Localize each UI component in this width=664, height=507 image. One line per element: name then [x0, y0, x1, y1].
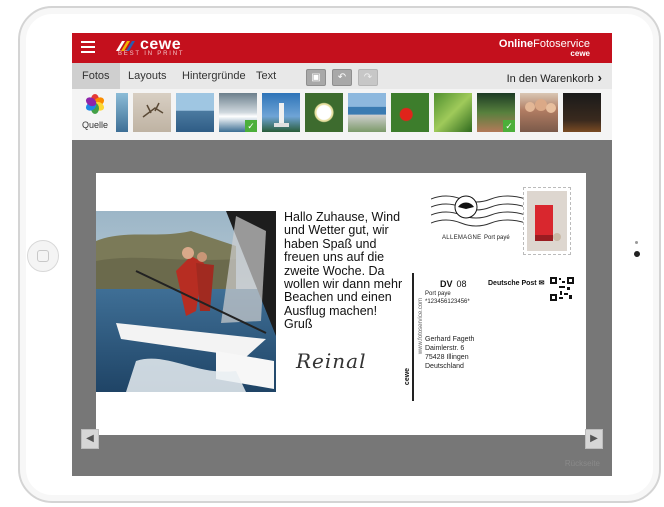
chevron-right-icon: ›: [597, 70, 602, 85]
address-divider: [412, 273, 414, 401]
crop-icon[interactable]: ▣: [306, 69, 326, 86]
statue-icon: [274, 103, 289, 127]
thumbnail-night[interactable]: [563, 93, 601, 132]
previous-page-button[interactable]: ◀: [81, 429, 99, 449]
sailing-photo[interactable]: [96, 211, 276, 392]
address-line: Daimlerstr. 6: [425, 345, 465, 352]
add-to-cart-button[interactable]: In den Warenkorb ›: [507, 70, 602, 85]
thumbnail-green-plant[interactable]: [434, 93, 472, 132]
cewe-logo-mark-icon: [116, 41, 135, 51]
source-button[interactable]: Quelle: [80, 94, 110, 136]
source-label: Quelle: [81, 120, 108, 130]
qr-code-icon: [550, 277, 574, 301]
tab-layouts[interactable]: Layouts: [128, 70, 167, 82]
deutsche-post-text: Deutsche Post: [488, 280, 537, 287]
redo-icon[interactable]: ↷: [358, 69, 378, 86]
side-print-brand: cewe: [404, 367, 412, 386]
brand-tagline: BEST IN PRINT: [118, 51, 185, 57]
used-check-icon: ✓: [503, 120, 515, 132]
used-check-icon: ✓: [245, 120, 257, 132]
postcard-message[interactable]: Hallo Zuhause, Wind und Wetter gut, wir …: [284, 210, 404, 332]
thumbnail-catamaran[interactable]: ✓: [219, 93, 257, 132]
people-icon: [525, 99, 556, 113]
side-print-url: www.fotoservice.com: [418, 297, 425, 355]
tab-hintergruende[interactable]: Hintergründe: [182, 70, 246, 82]
stamp-paid: Port payé: [484, 235, 510, 241]
back-side-label[interactable]: Rückseite: [565, 459, 600, 468]
cart-label: In den Warenkorb: [506, 73, 594, 85]
next-page-button[interactable]: ▶: [585, 429, 603, 449]
chevron-left-icon: ◀: [86, 433, 94, 444]
insect-icon: [142, 102, 164, 118]
online-bold: Online: [498, 38, 534, 50]
tab-text[interactable]: Text: [256, 70, 276, 82]
thumbnail-family[interactable]: [520, 93, 558, 132]
thumbnail-white-flower[interactable]: [305, 93, 343, 132]
thumbnail-insect[interactable]: [133, 93, 171, 132]
tab-bar: Fotos Layouts Hintergründe Text ▣ ↶ ↷ In…: [72, 63, 612, 90]
online-fotoservice-label: OnlineFotoservice cewe: [499, 38, 590, 58]
photos-source-icon: [84, 94, 106, 114]
dv-label: DV: [440, 279, 453, 289]
dv-number: 08: [456, 279, 467, 289]
barcode-number: *123456123456*: [425, 299, 470, 305]
deutsche-post-label: Deutsche Post ✉: [488, 279, 544, 287]
address-line: Gerhard Fageth: [425, 336, 475, 343]
sensor-dot: [635, 241, 638, 244]
stamp-country: ALLEMAGNE: [442, 235, 482, 241]
chevron-right-icon: ▶: [590, 433, 598, 444]
thumbnail-garden[interactable]: ✓: [477, 93, 515, 132]
hamburger-menu-icon[interactable]: [81, 41, 95, 55]
postcard: Hallo Zuhause, Wind und Wetter gut, wir …: [96, 173, 586, 435]
online-small-brand: cewe: [570, 49, 590, 58]
signature: Reinal: [296, 349, 367, 373]
thumbnail-coast[interactable]: [348, 93, 386, 132]
photo-strip: Quelle ✓ ✓: [72, 89, 612, 141]
top-bar: cewe BEST IN PRINT OnlineFotoservice cew…: [72, 33, 612, 63]
port-paye: Port paye: [425, 291, 451, 297]
undo-icon[interactable]: ↶: [332, 69, 352, 86]
editor-canvas: Hallo Zuhause, Wind und Wetter gut, wir …: [72, 140, 612, 476]
thumbnail-red-flower[interactable]: [391, 93, 429, 132]
address-line: Deutschland: [425, 363, 464, 370]
post-horn-icon: ✉: [538, 280, 545, 287]
recipient-address[interactable]: Gerhard Fageth Daimlerstr. 6 75428 Illin…: [425, 335, 474, 371]
mailbox-icon: [527, 191, 567, 251]
app-screen: cewe BEST IN PRINT OnlineFotoservice cew…: [72, 33, 612, 476]
thumbnail-statue[interactable]: [262, 93, 300, 132]
tab-fotos[interactable]: Fotos: [72, 63, 120, 89]
thumbnail-sailing[interactable]: [116, 93, 128, 132]
postage-stamp: [523, 187, 571, 255]
address-line: 75428 Illingen: [425, 354, 469, 361]
thumbnail-harbor[interactable]: [176, 93, 214, 132]
home-button[interactable]: [27, 240, 59, 272]
dv-code: DV 08: [440, 279, 467, 289]
stamp-image: [527, 191, 567, 251]
front-camera: [634, 251, 640, 257]
